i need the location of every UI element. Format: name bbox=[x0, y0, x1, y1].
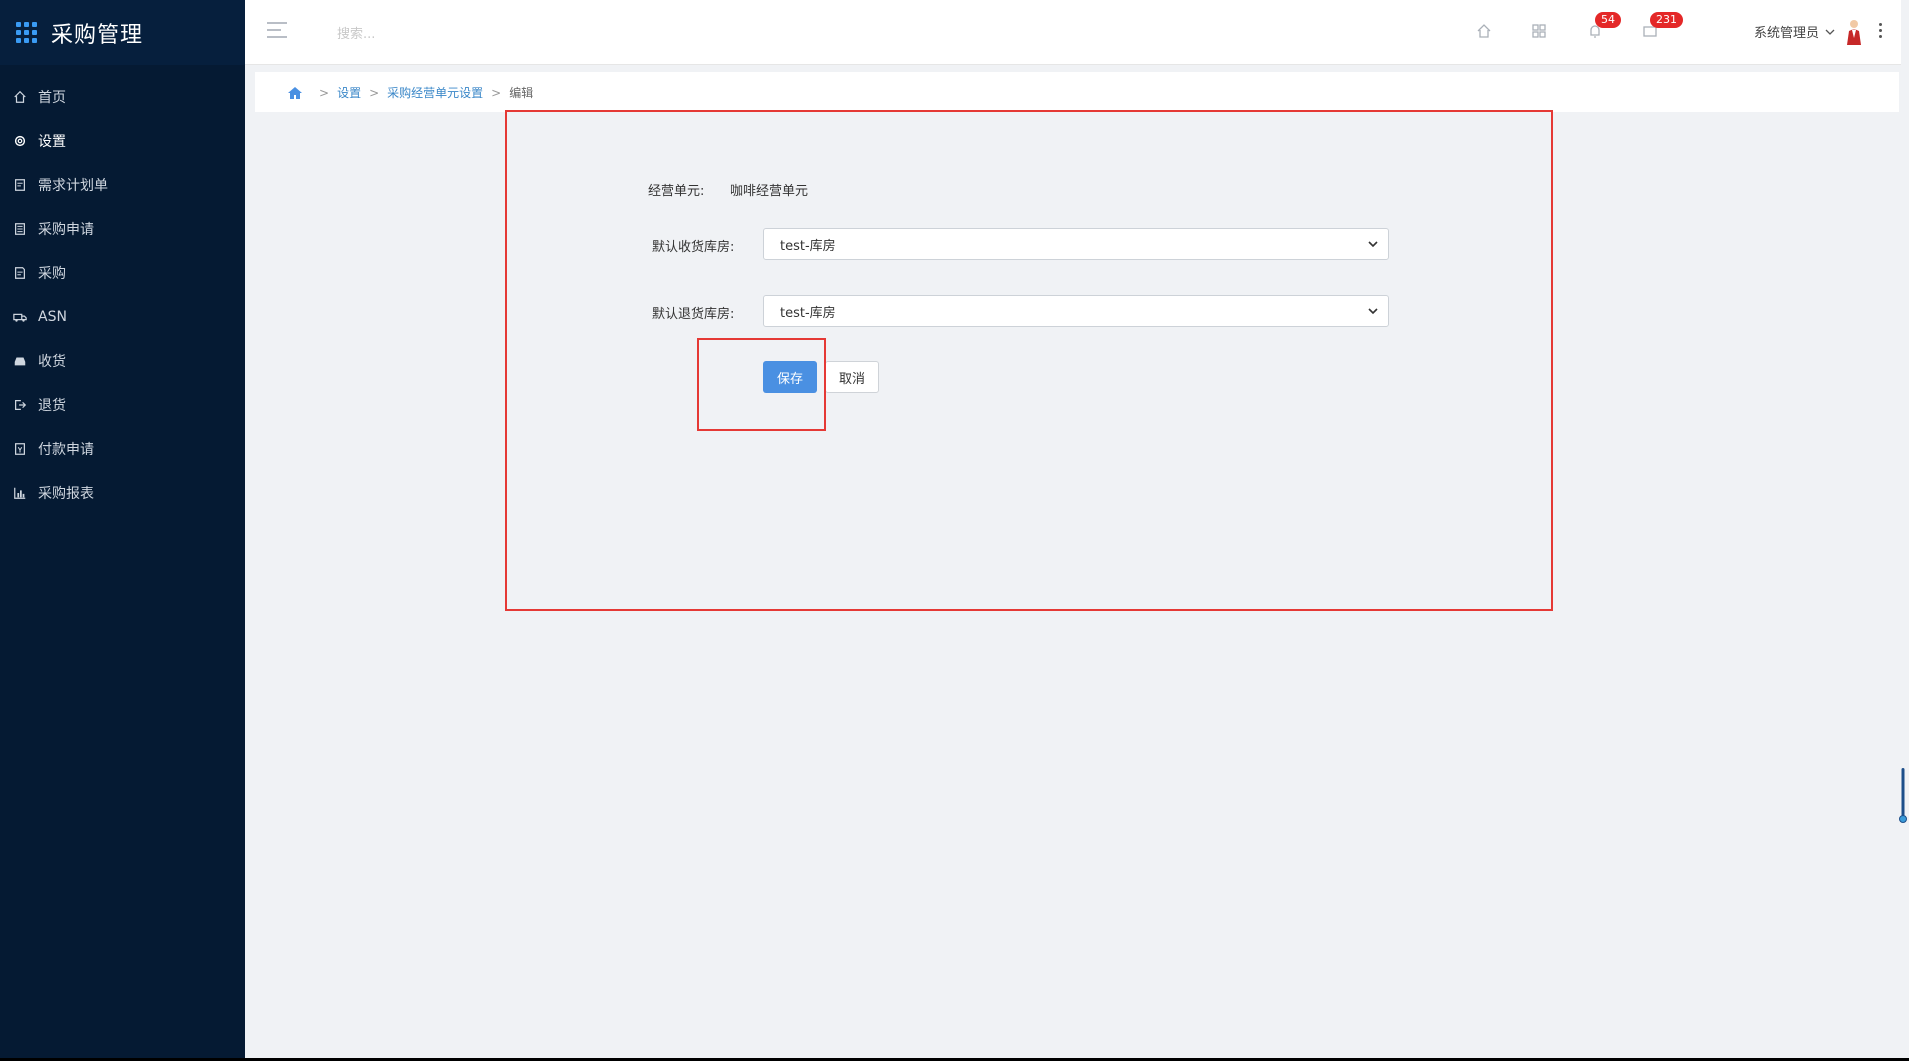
home-icon[interactable] bbox=[1475, 22, 1493, 40]
sidebar-item-label: 首页 bbox=[38, 90, 66, 106]
document-edit-icon bbox=[12, 177, 28, 193]
sidebar-item-purchase[interactable]: 采购 bbox=[0, 251, 245, 295]
breadcrumb-current: 编辑 bbox=[509, 86, 534, 100]
receipt-icon bbox=[12, 265, 28, 281]
home-icon bbox=[12, 89, 28, 105]
sidebar-menu: 首页 设置 需求计划单 采购申请 采购 ASN 收货 退货 付款申请 采购报表 bbox=[0, 75, 245, 515]
notification-bell-icon[interactable]: 54 bbox=[1586, 12, 1621, 40]
sidebar-item-label: ASN bbox=[38, 309, 67, 325]
document-icon bbox=[12, 221, 28, 237]
sidebar-item-label: 设置 bbox=[38, 134, 66, 150]
grid-icon[interactable] bbox=[1530, 22, 1548, 40]
home-icon[interactable] bbox=[287, 86, 303, 100]
more-options-icon[interactable] bbox=[1879, 23, 1883, 39]
notifications-badge: 54 bbox=[1595, 12, 1621, 28]
sidebar-item-settings[interactable]: 设置 bbox=[0, 119, 245, 163]
sidebar-item-purchase-request[interactable]: 采购申请 bbox=[0, 207, 245, 251]
scrollbar[interactable] bbox=[1901, 0, 1909, 1061]
gear-icon bbox=[12, 133, 28, 149]
return-icon bbox=[12, 397, 28, 413]
sidebar-item-return[interactable]: 退货 bbox=[0, 383, 245, 427]
sidebar-item-home[interactable]: 首页 bbox=[0, 75, 245, 119]
sidebar-item-label: 采购报表 bbox=[38, 486, 94, 502]
breadcrumb-separator: > bbox=[319, 85, 330, 100]
truck-icon bbox=[12, 309, 28, 325]
messages-badge: 231 bbox=[1650, 12, 1683, 28]
sidebar: 采购管理 首页 设置 需求计划单 采购申请 采购 ASN 收货 退货 付款申请 … bbox=[0, 0, 245, 1061]
inbox-icon bbox=[12, 353, 28, 369]
annotation-box-save bbox=[697, 338, 826, 431]
message-icon[interactable]: 231 bbox=[1641, 12, 1683, 40]
apps-grid-icon bbox=[16, 22, 37, 43]
scroll-handle-icon[interactable] bbox=[1899, 768, 1907, 824]
app-logo[interactable]: 采购管理 bbox=[0, 0, 245, 65]
sidebar-item-label: 需求计划单 bbox=[38, 178, 108, 194]
payment-icon bbox=[12, 441, 28, 457]
breadcrumb-separator: > bbox=[369, 85, 380, 100]
bar-chart-icon bbox=[12, 485, 28, 501]
breadcrumb-bar: > 设置 > 采购经营单元设置 > 编辑 bbox=[255, 72, 1899, 112]
sidebar-item-payment-request[interactable]: 付款申请 bbox=[0, 427, 245, 471]
sidebar-item-asn[interactable]: ASN bbox=[0, 295, 245, 339]
sidebar-item-receiving[interactable]: 收货 bbox=[0, 339, 245, 383]
user-name: 系统管理员 bbox=[1753, 26, 1819, 41]
sidebar-item-label: 采购申请 bbox=[38, 222, 94, 238]
search-input[interactable] bbox=[335, 22, 599, 46]
menu-toggle-icon[interactable] bbox=[267, 22, 287, 38]
sidebar-item-label: 收货 bbox=[38, 354, 66, 370]
breadcrumb-settings-link[interactable]: 设置 bbox=[337, 84, 361, 101]
sidebar-item-label: 采购 bbox=[38, 266, 66, 282]
avatar[interactable] bbox=[1843, 18, 1865, 46]
sidebar-item-label: 付款申请 bbox=[38, 442, 94, 458]
top-header: 54 231 系统管理员 bbox=[245, 0, 1909, 65]
sidebar-item-reports[interactable]: 采购报表 bbox=[0, 471, 245, 515]
chevron-down-icon bbox=[1825, 29, 1835, 35]
breadcrumb-unit-settings-link[interactable]: 采购经营单元设置 bbox=[387, 84, 483, 101]
sidebar-item-label: 退货 bbox=[38, 398, 66, 414]
breadcrumb-separator: > bbox=[491, 85, 502, 100]
user-menu[interactable]: 系统管理员 bbox=[1754, 22, 1835, 41]
annotation-box-form bbox=[505, 110, 1553, 611]
app-title: 采购管理 bbox=[51, 22, 144, 48]
sidebar-item-demand-plan[interactable]: 需求计划单 bbox=[0, 163, 245, 207]
breadcrumb: > 设置 > 采购经营单元设置 > 编辑 bbox=[287, 84, 533, 101]
